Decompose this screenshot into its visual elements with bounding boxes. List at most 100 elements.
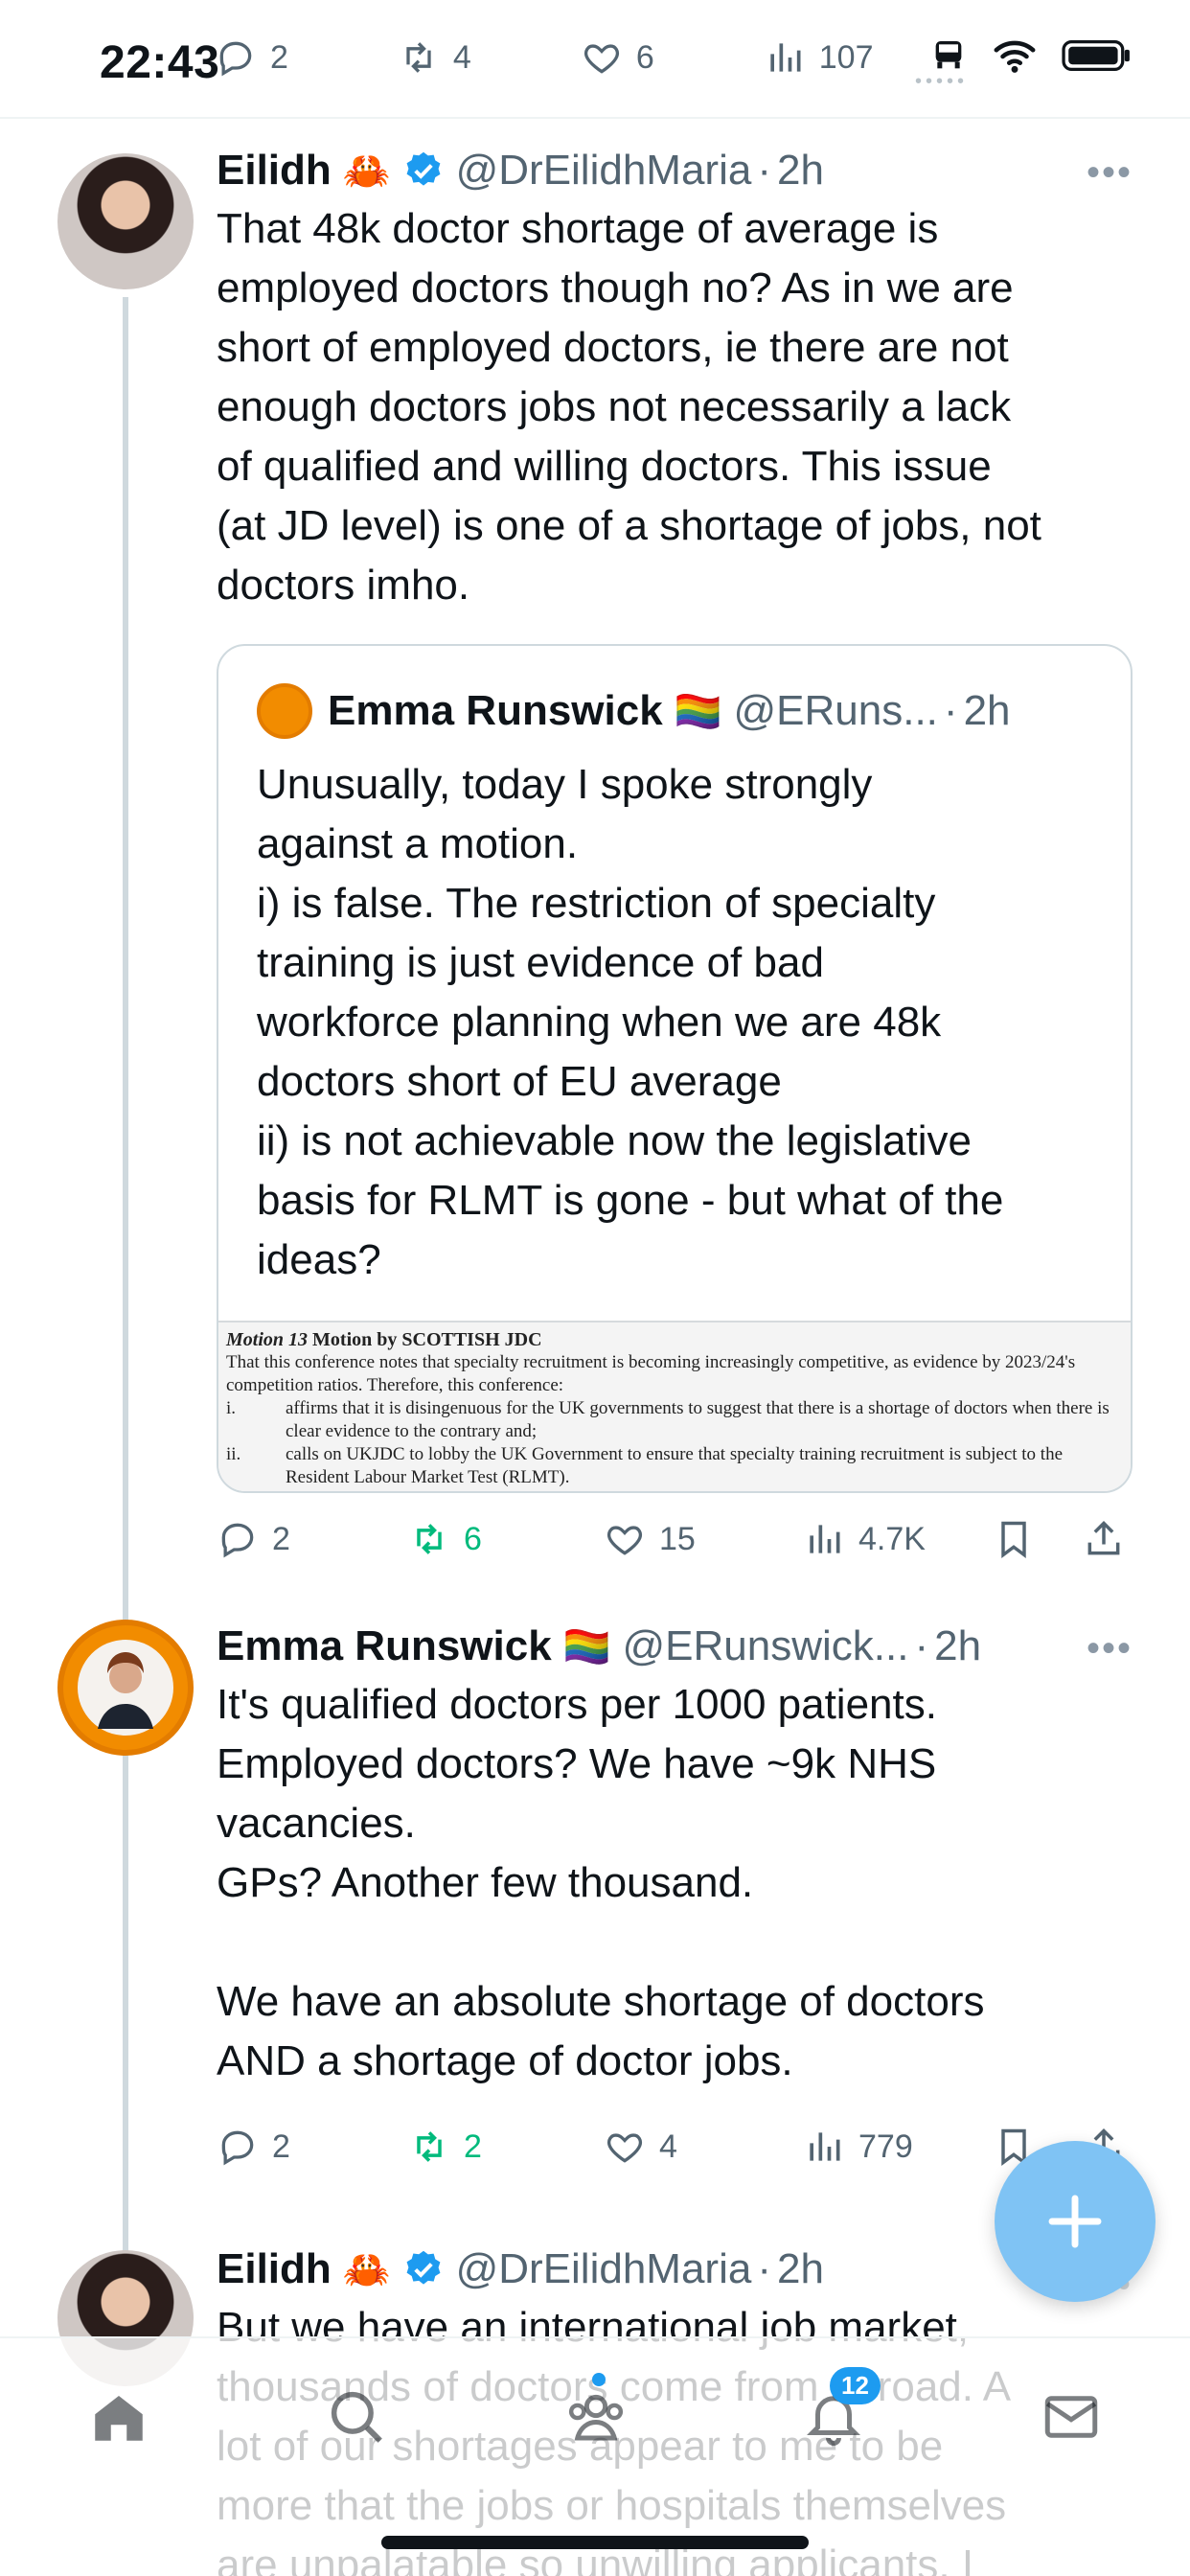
- avatar[interactable]: [57, 1620, 194, 1756]
- repost-button[interactable]: 2: [408, 2126, 482, 2168]
- heart-icon: [584, 44, 619, 74]
- avatar[interactable]: [57, 153, 194, 289]
- views-icon: [770, 43, 801, 72]
- reply-icon: [219, 41, 252, 77]
- reply-button[interactable]: 2: [217, 2126, 290, 2168]
- tweet-header: Eilidh 🦀 @DrEilidhMaria · 2h: [217, 144, 1133, 197]
- views-icon: [810, 2132, 840, 2161]
- reply-button[interactable]: 2: [215, 36, 288, 79]
- motion-item-text: affirms that it is disingenuous for the …: [286, 1398, 1110, 1441]
- status-time: 22:43: [100, 37, 220, 88]
- views-button[interactable]: 107: [764, 36, 874, 79]
- quoted-author-name: Emma Runswick: [328, 687, 663, 734]
- mail-icon: [1044, 2396, 1098, 2438]
- avatar-portrait-icon: [78, 1640, 173, 1736]
- motion-item-number: ii.: [226, 1444, 241, 1464]
- quoted-name-emoji: 🏳️‍🌈: [674, 690, 722, 733]
- unread-dot: [592, 2373, 606, 2386]
- motion-title: Motion 13 Motion by SCOTTISH JDC: [226, 1328, 1127, 1351]
- like-count: 6: [635, 38, 654, 76]
- repost-icon: [417, 2131, 442, 2162]
- author-name[interactable]: Emma Runswick: [217, 1622, 552, 1670]
- share-icon: [1087, 1521, 1120, 1555]
- views-count: 107: [818, 38, 874, 76]
- tweet-time: 2h: [776, 147, 824, 194]
- quoted-tweet-time: 2h: [963, 687, 1011, 734]
- status-bar: 22:43 2 4 6 107 •••••: [0, 0, 1190, 119]
- motion-by: Motion by SCOTTISH JDC: [312, 1329, 542, 1350]
- compose-button[interactable]: [995, 2141, 1156, 2302]
- nav-notifications[interactable]: 12: [795, 2367, 881, 2455]
- tweet-actions: 2 2 4 779: [217, 2118, 1136, 2175]
- nav-communities[interactable]: [558, 2373, 634, 2455]
- heart-icon: [606, 2133, 643, 2163]
- more-options-icon[interactable]: •••: [1087, 1627, 1133, 1670]
- search-icon: [331, 2391, 382, 2443]
- tweet[interactable]: Eilidh 🦀 @DrEilidhMaria · 2h ••• That 48…: [0, 144, 1190, 1773]
- views-button[interactable]: 779: [803, 2126, 913, 2168]
- name-emoji: 🦀: [342, 150, 391, 193]
- tweet-actions: 2 6 15 4.7K: [217, 1510, 1136, 1568]
- wifi-icon: [994, 40, 1036, 73]
- views-icon: [810, 1525, 840, 1553]
- views-button[interactable]: 4.7K: [803, 1518, 926, 1560]
- tweet-time: 2h: [776, 2245, 824, 2292]
- author-handle[interactable]: @DrEilidhMaria: [456, 2245, 752, 2293]
- motion-item: i. affirms that it is disingenuous for th…: [226, 1397, 1127, 1443]
- like-button[interactable]: 15: [604, 1518, 696, 1560]
- repost-count: 6: [464, 1520, 482, 1557]
- tweet-header: Emma Runswick 🏳️‍🌈 @ERunswick... · 2h: [217, 1620, 1133, 1673]
- nav-messages[interactable]: [1033, 2379, 1110, 2455]
- battery-icon: [1062, 39, 1130, 72]
- nav-home[interactable]: [80, 2379, 157, 2455]
- author-name[interactable]: Eilidh: [217, 147, 332, 195]
- reply-icon: [221, 1523, 254, 1558]
- quoted-tweet[interactable]: Emma Runswick 🏳️‍🌈 @ERuns... · 2h Unusua…: [217, 644, 1133, 1493]
- quoted-tweet-image[interactable]: Motion 13 Motion by SCOTTISH JDC That th…: [218, 1321, 1131, 1491]
- author-handle[interactable]: @ERunswick...: [623, 1622, 909, 1670]
- quoted-tweet-text: Unusually, today I spoke strongly agains…: [257, 761, 1004, 1283]
- heart-icon: [606, 1526, 643, 1555]
- repost-count: 4: [452, 38, 471, 76]
- separator-dot: ·: [757, 147, 771, 194]
- system-icons: [929, 36, 1133, 75]
- author-name[interactable]: Eilidh: [217, 2245, 332, 2293]
- quoted-tweet-header: Emma Runswick 🏳️‍🌈 @ERuns... · 2h: [257, 683, 1011, 739]
- home-indicator: [381, 2536, 809, 2549]
- nav-search[interactable]: [318, 2379, 395, 2455]
- repost-count: 2: [464, 2128, 482, 2165]
- tweet-header: Eilidh 🦀 @DrEilidhMaria · 2h: [217, 2242, 1133, 2296]
- tweet-text: It's qualified doctors per 1000 patients…: [217, 1681, 985, 2084]
- bookmark-icon: [1001, 1521, 1026, 1558]
- motion-intro: That this conference notes that specialt…: [226, 1352, 1076, 1395]
- reply-button[interactable]: 2: [217, 1518, 290, 1560]
- views-count: 779: [858, 2128, 913, 2165]
- notifications-badge: 12: [830, 2367, 881, 2404]
- separator-dot: ·: [943, 687, 958, 734]
- communities-icon: [568, 2394, 624, 2441]
- motion-item: ii. calls on UKJDC to lobby the UK Govern…: [226, 1443, 1127, 1489]
- repost-icon: [406, 42, 431, 73]
- reply-count: 2: [272, 1520, 290, 1557]
- verified-badge-icon: [406, 151, 441, 186]
- motion-item-number: i.: [226, 1398, 237, 1418]
- views-count: 4.7K: [858, 1520, 926, 1557]
- bookmark-button[interactable]: [993, 1518, 1035, 1560]
- car-icon: [935, 41, 962, 69]
- like-count: 4: [659, 2128, 677, 2165]
- like-button[interactable]: 6: [581, 36, 654, 79]
- author-handle[interactable]: @DrEilidhMaria: [456, 147, 752, 195]
- repost-button[interactable]: 4: [398, 36, 471, 79]
- thread-line: [123, 297, 128, 1773]
- repost-icon: [417, 1524, 442, 1554]
- share-button[interactable]: [1083, 1518, 1125, 1560]
- repost-button[interactable]: 6: [408, 1518, 482, 1560]
- quoted-avatar: [257, 683, 312, 739]
- like-button[interactable]: 4: [604, 2126, 677, 2168]
- reply-icon: [221, 2130, 254, 2166]
- tweet[interactable]: Emma Runswick 🏳️‍🌈 @ERunswick... · 2h ••…: [0, 1620, 1190, 2340]
- more-options-icon[interactable]: •••: [1087, 151, 1133, 195]
- verified-badge-icon: [406, 2250, 441, 2285]
- plus-icon: [1048, 2195, 1102, 2248]
- reply-count: 2: [272, 2128, 290, 2165]
